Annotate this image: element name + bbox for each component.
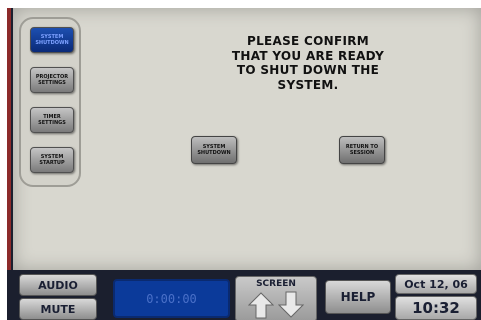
- sidebar-item-label: SYSTEM STARTUP: [39, 154, 65, 166]
- button-label: RETURN TO SESSION: [345, 144, 379, 156]
- mute-button[interactable]: MUTE: [19, 298, 97, 320]
- mute-label: MUTE: [40, 302, 76, 316]
- system-shutdown-button[interactable]: SYSTEM SHUTDOWN: [191, 136, 237, 164]
- sidebar-item-timer-settings[interactable]: TIMER SETTINGS: [30, 107, 74, 133]
- touch-panel-device: SYSTEM SHUTDOWN PROJECTOR SETTINGS TIMER…: [7, 8, 481, 320]
- date-display: Oct 12, 06: [395, 274, 477, 294]
- screen-label: SCREEN: [256, 279, 296, 289]
- help-button[interactable]: HELP: [325, 280, 391, 314]
- sidebar-menu: SYSTEM SHUTDOWN PROJECTOR SETTINGS TIMER…: [19, 17, 81, 187]
- screen-down-arrow-icon[interactable]: [277, 291, 305, 319]
- sidebar-item-projector-settings[interactable]: PROJECTOR SETTINGS: [30, 67, 74, 93]
- session-timer: 0:00:00: [113, 279, 230, 318]
- audio-label: AUDIO: [38, 278, 78, 292]
- sidebar-item-label: TIMER SETTINGS: [38, 114, 66, 126]
- bottom-control-bar: AUDIO MUTE 0:00:00 SCREEN HELP Oct 12, 0…: [7, 270, 481, 320]
- message-line: PLEASE CONFIRM: [246, 34, 370, 48]
- sidebar-item-label: PROJECTOR SETTINGS: [35, 74, 69, 86]
- message-line: TO SHUT DOWN THE: [236, 63, 380, 77]
- audio-button[interactable]: AUDIO: [19, 274, 97, 296]
- message-line: SYSTEM.: [277, 77, 339, 92]
- clock-display: 10:32: [395, 296, 477, 320]
- confirm-message: PLEASE CONFIRM THAT YOU ARE READY TO SHU…: [193, 34, 423, 92]
- date-value: Oct 12, 06: [404, 277, 468, 291]
- return-to-session-button[interactable]: RETURN TO SESSION: [339, 136, 385, 164]
- button-label: SYSTEM SHUTDOWN: [197, 144, 231, 156]
- sidebar-item-system-startup[interactable]: SYSTEM STARTUP: [30, 147, 74, 173]
- timer-value: 0:00:00: [146, 291, 197, 306]
- message-line: THAT YOU ARE READY: [231, 48, 385, 63]
- sidebar-item-system-shutdown[interactable]: SYSTEM SHUTDOWN: [30, 27, 74, 53]
- time-value: 10:32: [412, 299, 460, 317]
- touch-screen: SYSTEM SHUTDOWN PROJECTOR SETTINGS TIMER…: [13, 8, 481, 270]
- screen-control: SCREEN: [235, 276, 317, 320]
- help-label: HELP: [340, 290, 376, 304]
- sidebar-item-label: SYSTEM SHUTDOWN: [35, 34, 69, 46]
- screen-up-arrow-icon[interactable]: [247, 291, 275, 319]
